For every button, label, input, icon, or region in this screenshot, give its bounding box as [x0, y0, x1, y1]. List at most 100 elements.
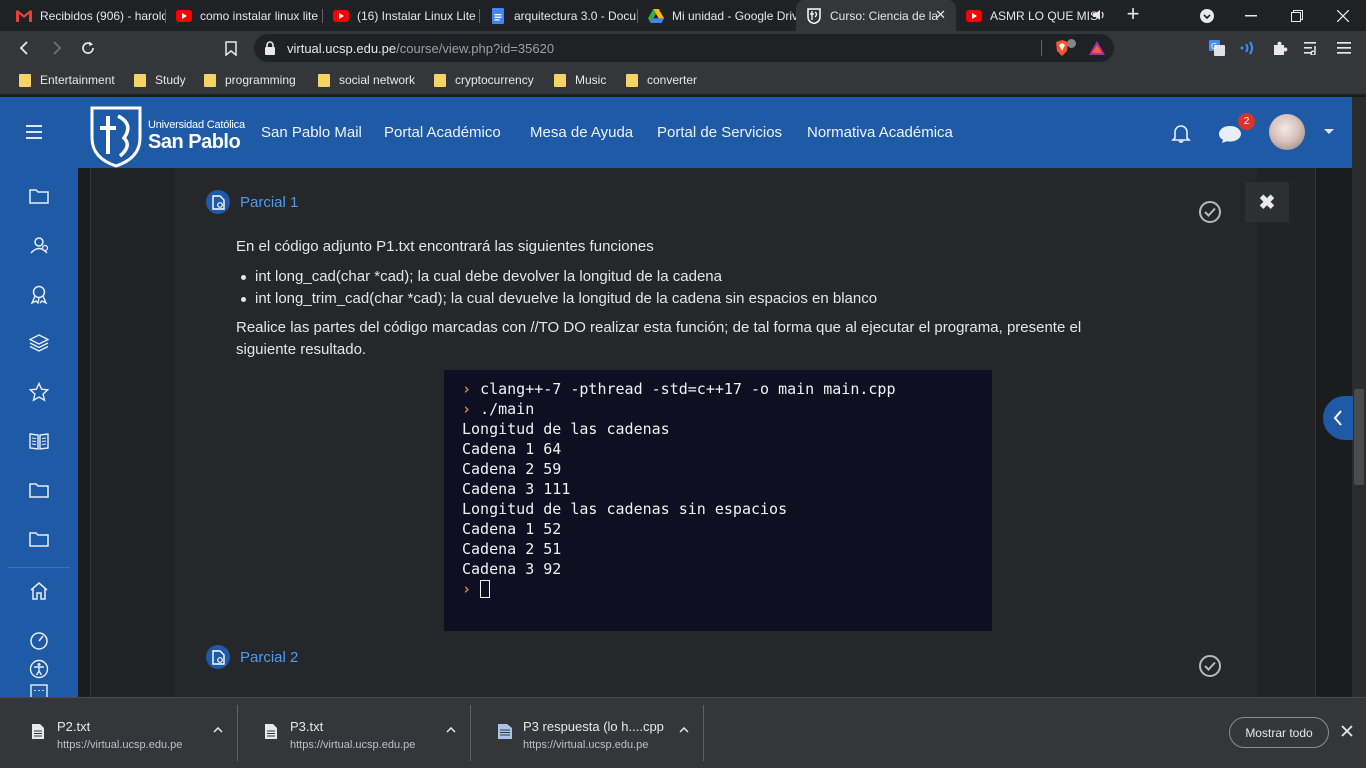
badge-icon[interactable]: [29, 284, 49, 304]
reload-button[interactable]: [76, 36, 100, 60]
ucsp-shield-icon: [90, 106, 142, 168]
tab-label: (16) Instalar Linux Lite: [357, 8, 476, 23]
chat-icon[interactable]: [1218, 124, 1242, 144]
nav-portal-academico[interactable]: Portal Académico: [384, 124, 501, 141]
activity-link-parcial-1[interactable]: Parcial 1: [240, 194, 298, 211]
drawer-toggle-button[interactable]: [26, 125, 42, 139]
url-text[interactable]: virtual.ucsp.edu.pe/course/view.php?id=3…: [287, 41, 554, 56]
user-avatar[interactable]: [1269, 114, 1305, 150]
folder-icon: [626, 73, 638, 87]
activity-link-parcial-2[interactable]: Parcial 2: [240, 649, 298, 666]
back-button[interactable]: [13, 36, 37, 60]
tab-search-button[interactable]: [1184, 0, 1230, 31]
translate-button[interactable]: G: [1207, 38, 1227, 58]
tab-label: Mi unidad - Google Drive: [672, 8, 796, 23]
download-filename: P2.txt: [57, 719, 91, 734]
dashboard-icon[interactable]: [29, 630, 49, 650]
download-url: https://virtual.ucsp.edu.pe: [523, 739, 649, 751]
terminal-output-line: Cadena 2 51: [462, 540, 562, 558]
brave-rewards-icon[interactable]: [1088, 40, 1106, 56]
bookmark-page-button[interactable]: [219, 36, 243, 60]
ucsp-logo[interactable]: Universidad Católica San Pablo: [88, 101, 248, 168]
assignment-icon: [206, 190, 230, 214]
bookmark-programming[interactable]: programming: [204, 71, 296, 89]
bookmark-cryptocurrency[interactable]: cryptocurrency: [434, 71, 534, 89]
bookmark-label: social network: [339, 73, 416, 87]
scrollbar-thumb[interactable]: [1354, 389, 1364, 485]
completion-check-icon[interactable]: [1199, 201, 1221, 223]
prompt-chevron-icon: ›: [462, 400, 472, 418]
nav-mesa-de-ayuda[interactable]: Mesa de Ayuda: [530, 124, 633, 141]
close-icon: ✖: [1258, 191, 1276, 214]
terminal-output-line: Cadena 1 52: [462, 520, 562, 538]
restore-icon: [1291, 9, 1303, 22]
bullet-item: int long_trim_cad(char *cad); la cual de…: [240, 290, 878, 307]
download-item[interactable]: P3.txt https://virtual.ucsp.edu.pe: [239, 705, 471, 761]
tab-youtube-asmr[interactable]: ASMR LO QUE MIS: [956, 0, 1114, 31]
page-scrollbar[interactable]: [1352, 97, 1366, 697]
bookmark-entertainment[interactable]: Entertainment: [19, 71, 115, 89]
forward-button[interactable]: [44, 36, 68, 60]
extensions-button[interactable]: [1270, 38, 1290, 58]
layers-icon[interactable]: [29, 333, 49, 353]
tab-ucsp-course[interactable]: Curso: Ciencia de la ✕: [796, 0, 956, 31]
tab-docs[interactable]: arquitectura 3.0 - Docu: [480, 0, 638, 31]
hamburger-icon: [26, 125, 42, 127]
download-item[interactable]: P2.txt https://virtual.ucsp.edu.pe: [6, 705, 238, 761]
close-button[interactable]: ✖: [1245, 182, 1289, 222]
folder-icon[interactable]: [29, 186, 49, 206]
home-icon[interactable]: [29, 581, 49, 601]
tab-label: arquitectura 3.0 - Docu: [514, 8, 637, 23]
gmail-icon: [16, 8, 32, 24]
lock-icon[interactable]: [264, 41, 276, 55]
bookmark-music[interactable]: Music: [554, 71, 606, 89]
close-tab-icon[interactable]: ✕: [935, 7, 946, 23]
download-item[interactable]: P3 respuesta (lo h....cpp https://virtua…: [472, 705, 704, 761]
tab-drive[interactable]: Mi unidad - Google Drive: [638, 0, 796, 31]
bookmark-label: converter: [647, 73, 698, 87]
participants-icon[interactable]: [29, 235, 49, 255]
new-tab-button[interactable]: +: [1122, 3, 1144, 26]
terminal-output-line: Cadena 1 64: [462, 440, 562, 458]
chevron-up-icon[interactable]: [213, 727, 223, 733]
parcial-1-intro: En el código adjunto P1.txt encontrará l…: [236, 238, 654, 255]
file-icon: [265, 724, 277, 739]
nav-san-pablo-mail[interactable]: San Pablo Mail: [261, 124, 362, 141]
folder-icon[interactable]: [29, 480, 49, 500]
bookmark-converter[interactable]: converter: [626, 71, 697, 89]
tab-youtube-2[interactable]: (16) Instalar Linux Lite: [323, 0, 480, 31]
media-queue-button[interactable]: [1302, 38, 1322, 58]
browser-menu-button[interactable]: [1334, 38, 1354, 58]
media-extension-button[interactable]: [1238, 38, 1258, 58]
close-downloads-icon[interactable]: [1340, 724, 1354, 738]
completion-check-icon[interactable]: [1199, 655, 1221, 677]
user-menu-chevron-icon[interactable]: [1324, 129, 1334, 134]
address-bar[interactable]: virtual.ucsp.edu.pe/course/view.php?id=3…: [254, 34, 1114, 62]
terminal-output-line: Cadena 2 59: [462, 460, 562, 478]
nav-portal-de-servicios[interactable]: Portal de Servicios: [657, 124, 782, 141]
chevron-down-icon: [1200, 8, 1214, 23]
bookmark-study[interactable]: Study: [134, 71, 186, 89]
audio-playing-icon[interactable]: [1092, 8, 1106, 22]
accessibility-icon[interactable]: [29, 659, 49, 679]
arrow-left-icon: [19, 41, 28, 55]
tab-label: como instalar linux lite: [200, 8, 319, 23]
nav-normativa-academica[interactable]: Normativa Académica: [807, 124, 953, 141]
playlist-icon: [1304, 42, 1316, 55]
folder-icon: [434, 73, 446, 87]
close-window-button[interactable]: [1320, 0, 1366, 31]
minimize-button[interactable]: [1228, 0, 1274, 31]
star-icon[interactable]: [29, 382, 49, 402]
chevron-up-icon[interactable]: [679, 727, 689, 733]
show-all-downloads-button[interactable]: Mostrar todo: [1229, 717, 1329, 748]
gradebook-icon[interactable]: [29, 431, 49, 451]
tab-youtube-1[interactable]: como instalar linux lite: [166, 0, 323, 31]
folder-icon[interactable]: [29, 529, 49, 549]
tab-gmail[interactable]: Recibidos (906) - harold: [6, 0, 166, 31]
chevron-up-icon[interactable]: [446, 727, 456, 733]
restore-button[interactable]: [1274, 0, 1320, 31]
bookmark-social-network[interactable]: social network: [318, 71, 415, 89]
bookmarks-bar: Entertainment Study programming social n…: [0, 65, 1366, 95]
bell-icon[interactable]: [1171, 123, 1191, 143]
logo-line-2: San Pablo: [148, 131, 241, 153]
